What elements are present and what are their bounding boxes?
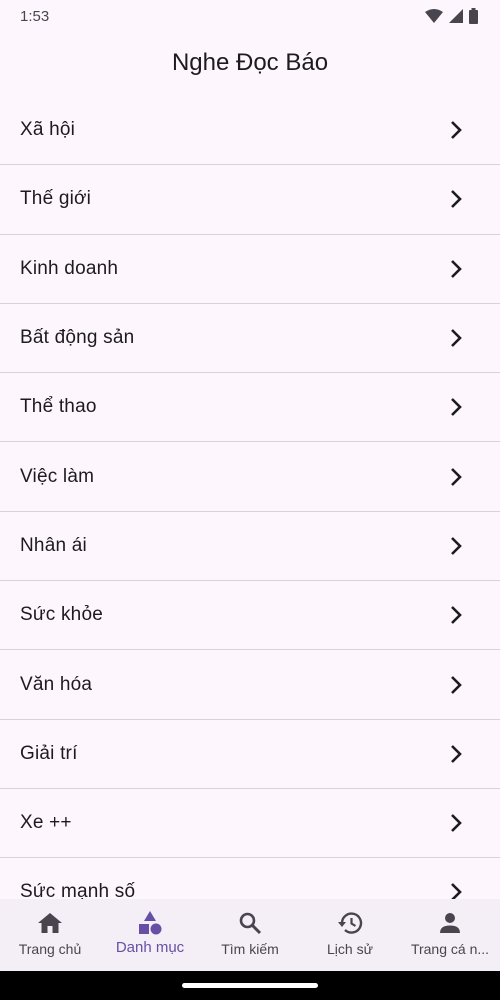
search-icon (238, 909, 262, 937)
category-list[interactable]: Xã hội Thế giới Kinh doanh Bất động sản … (0, 96, 500, 899)
chevron-right-icon (444, 811, 468, 835)
nav-label-profile: Trang cá n... (410, 941, 490, 957)
chevron-right-icon (444, 118, 468, 142)
status-bar: 1:53 (0, 0, 500, 32)
category-label: Văn hóa (20, 673, 93, 695)
nav-item-home[interactable]: Trang chủ (0, 899, 100, 971)
category-label: Sức mạnh số (20, 881, 136, 899)
category-icon (137, 909, 163, 937)
history-icon (336, 909, 364, 937)
category-item[interactable]: Nhân ái (0, 511, 500, 582)
category-item[interactable]: Bất động sản (0, 303, 500, 374)
nav-label-search: Tìm kiếm (221, 941, 279, 957)
category-label: Kinh doanh (20, 257, 119, 279)
category-item[interactable]: Sức mạnh số (0, 858, 500, 899)
category-item[interactable]: Xe ++ (0, 788, 500, 859)
chevron-right-icon (444, 326, 468, 350)
chevron-right-icon (444, 603, 468, 627)
signal-icon (449, 9, 463, 23)
category-label: Nhân ái (20, 534, 87, 556)
person-icon (438, 909, 462, 937)
chevron-right-icon (444, 395, 468, 419)
system-gesture-bar (0, 971, 500, 1000)
bottom-navigation: Trang chủ Danh mục Tìm kiếm Lịch sử Tran… (0, 899, 500, 971)
wifi-icon (425, 9, 443, 23)
battery-icon (469, 8, 478, 24)
app-bar: Nghe Đọc Báo (0, 32, 500, 94)
status-time: 1:53 (20, 7, 50, 25)
category-label: Xã hội (20, 119, 76, 141)
status-icons (425, 8, 478, 24)
category-item[interactable]: Xã hội (0, 96, 500, 166)
category-label: Việc làm (20, 465, 95, 487)
chevron-right-icon (444, 534, 468, 558)
category-item[interactable]: Kinh doanh (0, 234, 500, 304)
category-label: Xe ++ (20, 812, 72, 834)
page-title: Nghe Đọc Báo (171, 49, 329, 76)
category-label: Giải trí (20, 742, 78, 764)
nav-label-home: Trang chủ (18, 941, 82, 957)
home-gesture-handle[interactable] (182, 983, 318, 988)
nav-label-history: Lịch sử (327, 941, 373, 957)
category-item[interactable]: Sức khỏe (0, 581, 500, 651)
category-item[interactable]: Văn hóa (0, 650, 500, 720)
chevron-right-icon (444, 187, 468, 211)
nav-item-search[interactable]: Tìm kiếm (200, 899, 300, 971)
category-item[interactable]: Thế giới (0, 165, 500, 235)
category-item[interactable]: Thể thao (0, 373, 500, 443)
chevron-right-icon (444, 742, 468, 766)
nav-label-categories: Danh mục (115, 939, 185, 956)
nav-item-history[interactable]: Lịch sử (300, 899, 400, 971)
category-item[interactable]: Việc làm (0, 442, 500, 512)
category-label: Thế giới (20, 188, 92, 210)
chevron-right-icon (444, 465, 468, 489)
nav-item-categories[interactable]: Danh mục (100, 899, 200, 971)
category-label: Thể thao (20, 396, 97, 418)
chevron-right-icon (444, 673, 468, 697)
chevron-right-icon (444, 257, 468, 281)
category-label: Bất động sản (20, 327, 135, 349)
home-icon (37, 909, 63, 937)
nav-item-profile[interactable]: Trang cá n... (400, 899, 500, 971)
category-item[interactable]: Giải trí (0, 719, 500, 789)
category-label: Sức khỏe (20, 604, 103, 626)
chevron-right-icon (444, 880, 468, 899)
